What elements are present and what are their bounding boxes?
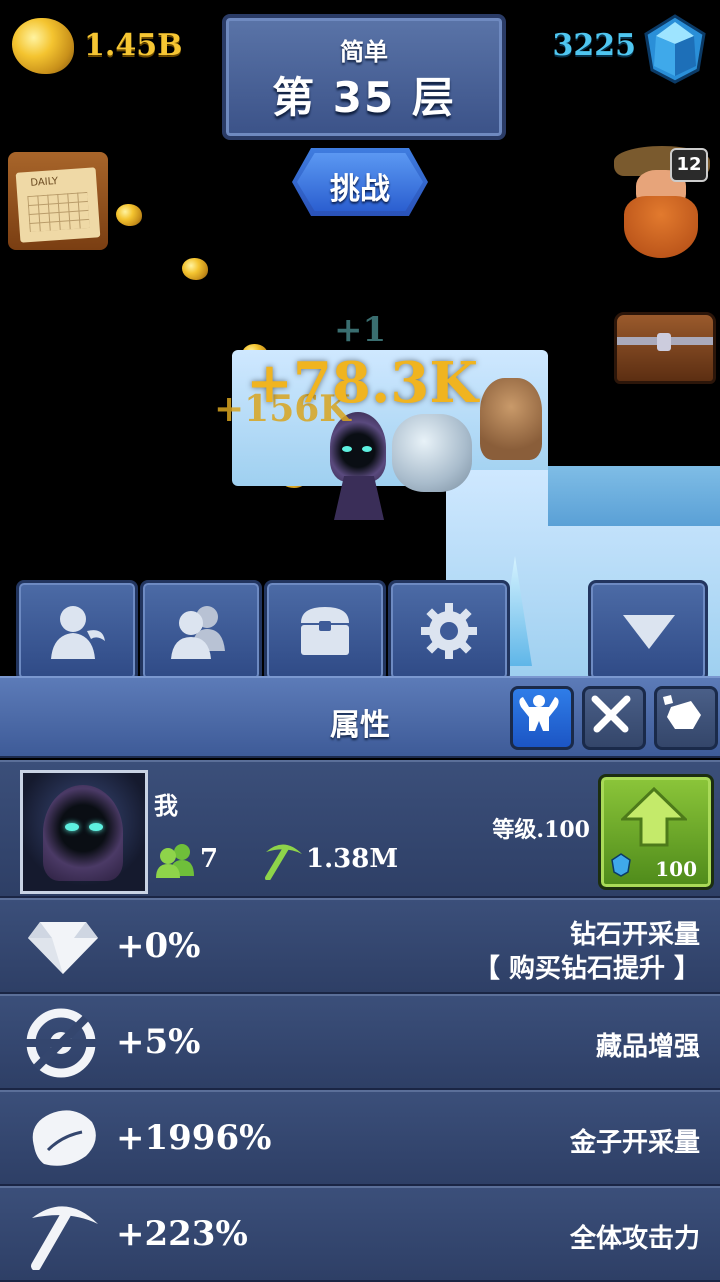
player-level: 等级.100 xyxy=(492,817,590,843)
stat-label: 全体攻击力 xyxy=(569,1224,700,1254)
hero-dwarf-button[interactable]: 12 xyxy=(606,140,720,260)
stat-value: +0% xyxy=(116,926,201,966)
floating-gain-damage: +78.3K xyxy=(246,350,478,416)
collapse-panel-button[interactable] xyxy=(588,580,708,682)
calendar-icon: DAILY xyxy=(15,167,101,243)
player-avatar[interactable] xyxy=(20,770,148,894)
attack-power: 1.38M xyxy=(306,844,399,874)
goblin-enemy xyxy=(480,378,542,460)
stat-value: +1996% xyxy=(116,1118,272,1158)
daily-calendar-button[interactable]: DAILY xyxy=(8,152,108,250)
tab-chest[interactable] xyxy=(264,580,386,682)
stat-row-gold: +1996% 金子开采量 xyxy=(0,1090,720,1186)
gem-icon xyxy=(611,853,631,877)
stat-label: 藏品增强 xyxy=(595,1032,700,1062)
stat-row-attack: +223% 全体攻击力 xyxy=(0,1186,720,1282)
ore-rocks-icon xyxy=(663,695,701,729)
stone-golem-enemy xyxy=(392,414,472,492)
pickaxe-icon xyxy=(31,1206,98,1270)
gold-nugget-icon xyxy=(32,1110,96,1166)
target-icon xyxy=(26,1008,96,1078)
up-arrow-icon xyxy=(621,787,687,847)
character-icon xyxy=(51,606,105,659)
floor-label: 第 35 层 xyxy=(272,73,456,122)
muscle-icon xyxy=(519,695,559,731)
ice-cave-wall xyxy=(548,466,720,526)
subtab-ores[interactable] xyxy=(654,686,718,750)
tab-team[interactable] xyxy=(140,580,262,682)
gold-amount: 1.45B xyxy=(84,28,183,63)
team-icon xyxy=(156,844,194,878)
collapse-arrow-icon xyxy=(623,615,675,649)
floor-panel: 简单 第 35 层 xyxy=(222,14,506,140)
daily-label: DAILY xyxy=(30,175,59,189)
team-count: 7 xyxy=(200,844,219,874)
floating-gain-small: +1 xyxy=(334,310,387,350)
gem-amount: 3225 xyxy=(552,28,637,63)
treasure-chest-button[interactable] xyxy=(614,312,716,384)
upgrade-cost: 100 xyxy=(655,857,697,881)
lock-icon xyxy=(657,333,671,351)
gold-icon xyxy=(12,18,74,74)
player-name: 我 xyxy=(154,792,178,820)
crossed-swords-icon xyxy=(591,695,631,733)
stat-label: 金子开采量 xyxy=(569,1128,700,1158)
stat-label: 钻石开采量 xyxy=(569,920,700,950)
challenge-button[interactable]: 挑战 xyxy=(292,148,428,216)
challenge-label: 挑战 xyxy=(330,172,390,207)
buy-diamonds-hint[interactable]: 【 购买钻石提升 】 xyxy=(474,948,700,985)
gem-icon xyxy=(644,14,706,84)
gold-nugget-drop xyxy=(182,258,208,280)
subtab-strength[interactable] xyxy=(510,686,574,750)
diamond-icon xyxy=(28,922,98,974)
stat-value: +223% xyxy=(116,1214,248,1254)
tab-settings[interactable] xyxy=(388,580,510,682)
gold-nugget-drop xyxy=(116,204,142,226)
difficulty-label: 简单 xyxy=(340,38,388,66)
hero-level-badge: 12 xyxy=(670,148,708,182)
pickaxe-icon xyxy=(265,844,302,880)
subtab-weapons[interactable] xyxy=(582,686,646,750)
team-icon xyxy=(171,606,225,659)
stat-row-collection: +5% 藏品增强 xyxy=(0,994,720,1090)
level-up-button[interactable]: 100 xyxy=(598,774,714,890)
chest-icon xyxy=(301,607,349,655)
gear-icon xyxy=(421,603,477,659)
stat-value: +5% xyxy=(116,1022,201,1062)
stat-row-diamond: +0% 钻石开采量 【 购买钻石提升 】 xyxy=(0,898,720,994)
tab-character[interactable] xyxy=(16,580,138,682)
dwarf-avatar xyxy=(624,196,698,258)
